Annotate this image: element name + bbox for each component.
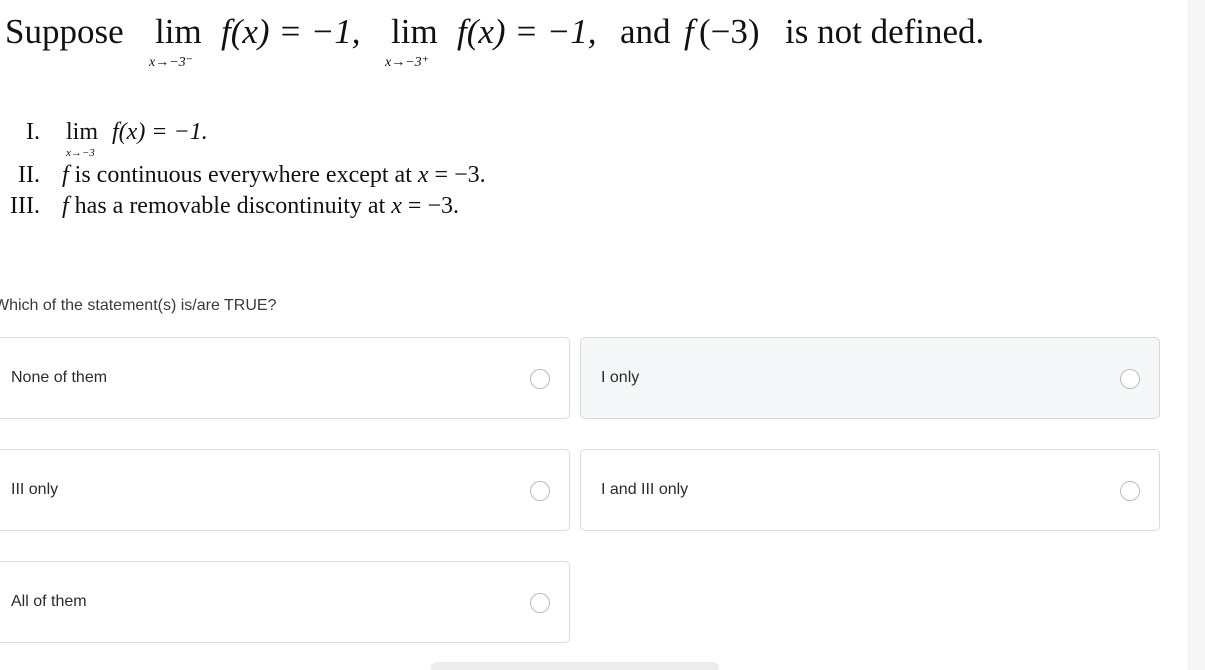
question-tail: is not defined. [785, 12, 985, 51]
question-prompt: Which of the statement(s) is/are TRUE? [0, 297, 277, 314]
statement-fn: f [62, 162, 69, 188]
answer-option-iii-only[interactable]: III only [0, 449, 570, 531]
answer-option-i-only[interactable]: I only [580, 337, 1160, 419]
limit-left-subscript: x→−3⁻ [149, 55, 194, 70]
statement-phrase: is continuous everywhere except at [74, 162, 412, 188]
limit-right-subscript: x→−3⁺ [385, 55, 430, 70]
limit-right: lim x→−3⁺ [385, 12, 438, 70]
statement-value: = −3. [434, 162, 486, 188]
statement-numeral: I. [26, 119, 40, 145]
limit-left: lim x→−3⁻ [149, 12, 202, 70]
radio-button[interactable] [1120, 481, 1140, 501]
question-fn: f [684, 12, 694, 51]
radio-button[interactable] [530, 481, 550, 501]
answer-option-label: I only [601, 369, 640, 386]
submit-button[interactable] [431, 662, 719, 670]
statement-limit: lim x→−3 [66, 119, 99, 159]
statement-limit-subscript: x→−3 [66, 147, 95, 159]
question-and: and [620, 12, 671, 51]
limit-right-expression: f(x) = −1, [457, 12, 597, 51]
statement-text: f(x) = −1. [112, 119, 208, 145]
statement-var: x [391, 193, 402, 219]
radio-button[interactable] [530, 369, 550, 389]
radio-button[interactable] [530, 593, 550, 613]
answer-option-label: None of them [11, 369, 108, 386]
statement-text: f has a removable discontinuity at x = −… [62, 194, 459, 218]
statement-numeral: II. [18, 162, 40, 188]
statement-value: = −3. [407, 193, 459, 219]
answer-option-label: All of them [11, 593, 87, 610]
answer-option-all[interactable]: All of them [0, 561, 570, 643]
limit-left-expression: f(x) = −1, [221, 12, 361, 51]
answer-option-label: III only [11, 481, 59, 498]
statement-fn: f [62, 193, 69, 219]
statement-var: x [417, 162, 429, 188]
answer-option-label: I and III only [601, 481, 689, 498]
limit-left-word: lim [155, 12, 202, 51]
question-suppose: Suppose [5, 12, 124, 51]
answer-option-none[interactable]: None of them [0, 337, 570, 419]
question-arg: (−3) [699, 12, 760, 51]
answer-option-i-and-iii[interactable]: I and III only [580, 449, 1160, 531]
statement-numeral: III. [10, 193, 40, 219]
limit-right-word: lim [391, 12, 438, 51]
statement-text: f is continuous everywhere except at x =… [62, 163, 486, 187]
radio-button[interactable] [1120, 369, 1140, 389]
statement-limit-word: lim [66, 119, 99, 145]
statement-phrase: has a removable discontinuity at [74, 193, 386, 219]
scrollbar-track[interactable] [1188, 0, 1205, 670]
